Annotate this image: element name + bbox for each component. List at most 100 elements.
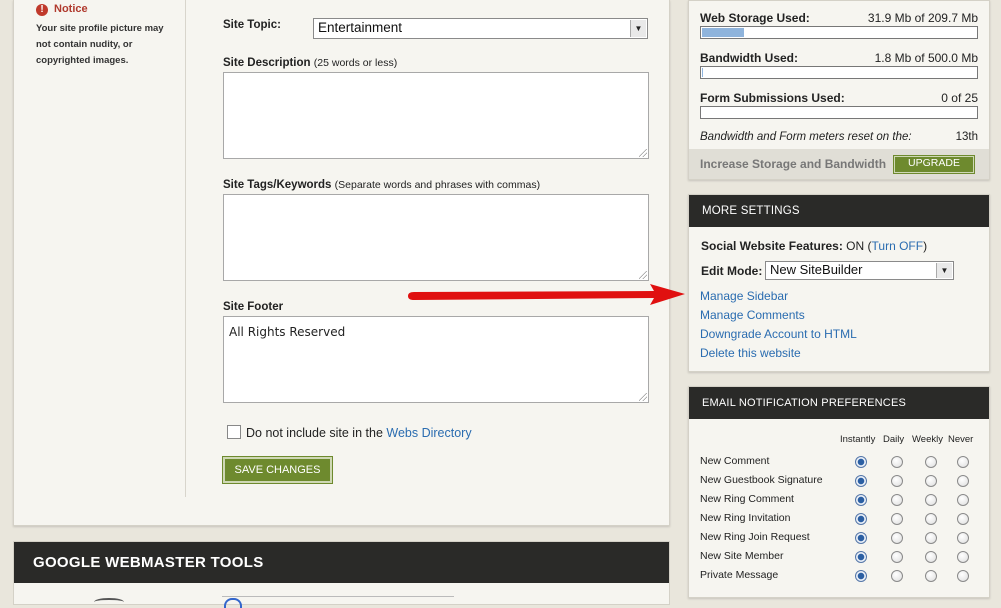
resize-grip-icon[interactable]	[639, 271, 647, 279]
site-footer-value: All Rights Reserved	[229, 325, 346, 339]
google-logo-icon	[224, 598, 242, 608]
edit-mode-select[interactable]: New SiteBuilder ▼	[765, 261, 954, 280]
delete-website-link[interactable]: Delete this website	[700, 346, 801, 360]
pref-row-label: New Ring Join Request	[700, 531, 810, 543]
reset-note: Bandwidth and Form meters reset on the:	[700, 131, 912, 143]
site-topic-value: Entertainment	[318, 20, 403, 35]
site-footer-input[interactable]: All Rights Reserved	[223, 316, 649, 403]
pref-radio-weekly[interactable]	[925, 570, 937, 582]
reset-day: 13th	[955, 131, 978, 143]
email-prefs-header: EMAIL NOTIFICATION PREFERENCES	[689, 387, 989, 419]
pref-radio-weekly[interactable]	[925, 551, 937, 563]
directory-checkbox[interactable]	[227, 425, 241, 439]
site-footer-label: Site Footer	[223, 301, 284, 313]
pref-radio-instantly[interactable]	[855, 456, 867, 468]
pref-row-label: New Ring Invitation	[700, 512, 791, 524]
site-description-input[interactable]	[223, 72, 649, 159]
site-description-title: Site Description	[223, 57, 311, 69]
directory-checkbox-label: Do not include site in the Webs Director…	[246, 426, 472, 440]
pref-radio-daily[interactable]	[891, 475, 903, 487]
social-features-status: ON	[846, 239, 865, 253]
pref-radio-never[interactable]	[957, 532, 969, 544]
bandwidth-value: 1.8 Mb of 500.0 Mb	[874, 51, 978, 65]
pref-row-label: New Guestbook Signature	[700, 474, 823, 486]
storage-label: Web Storage Used:	[700, 11, 810, 25]
bandwidth-label: Bandwidth Used:	[700, 51, 798, 65]
storage-meter	[700, 26, 978, 39]
site-tags-label: Site Tags/Keywords (Separate words and p…	[223, 179, 540, 191]
manage-sidebar-link[interactable]: Manage Sidebar	[700, 289, 788, 303]
more-settings-header: MORE SETTINGS	[689, 195, 989, 227]
storage-value: 31.9 Mb of 209.7 Mb	[867, 11, 978, 25]
col-weekly: Weekly	[912, 434, 943, 445]
pref-row-label: Private Message	[700, 569, 779, 581]
exclamation-icon: !	[36, 4, 48, 16]
pref-radio-daily[interactable]	[891, 456, 903, 468]
resize-grip-icon[interactable]	[639, 149, 647, 157]
bandwidth-meter	[700, 66, 978, 79]
notice-column: ! Notice Your site profile picture may n…	[14, 0, 186, 497]
pref-radio-instantly[interactable]	[855, 475, 867, 487]
pref-radio-daily[interactable]	[891, 513, 903, 525]
site-tags-input[interactable]	[223, 194, 649, 281]
pref-radio-weekly[interactable]	[925, 475, 937, 487]
directory-checkbox-text: Do not include site in the	[246, 426, 383, 440]
site-description-label: Site Description (25 words or less)	[223, 57, 397, 69]
usage-panel: Web Storage Used: 31.9 Mb of 209.7 Mb Ba…	[688, 0, 990, 180]
email-prefs-panel: EMAIL NOTIFICATION PREFERENCES Instantly…	[688, 386, 990, 598]
pref-row-label: New Comment	[700, 455, 770, 467]
google-widget-partial	[222, 596, 454, 608]
more-settings-panel: MORE SETTINGS Social Website Features: O…	[688, 194, 990, 372]
col-daily: Daily	[883, 434, 905, 445]
pref-radio-weekly[interactable]	[925, 456, 937, 468]
pref-radio-weekly[interactable]	[925, 494, 937, 506]
save-changes-button[interactable]: SAVE CHANGES	[222, 456, 333, 484]
google-webmaster-title: GOOGLE WEBMASTER TOOLS	[33, 554, 264, 571]
manage-comments-link[interactable]: Manage Comments	[700, 308, 805, 322]
chevron-down-icon[interactable]: ▼	[630, 20, 646, 37]
notice-title: Notice	[54, 3, 88, 15]
pref-radio-instantly[interactable]	[855, 570, 867, 582]
social-turn-off-link[interactable]: Turn OFF	[872, 239, 924, 253]
upgrade-strip: Increase Storage and Bandwidth UPGRADE	[689, 149, 989, 179]
pref-row-label: New Ring Comment	[700, 493, 794, 505]
pref-radio-daily[interactable]	[891, 532, 903, 544]
site-topic-select[interactable]: Entertainment ▼	[313, 18, 648, 39]
site-description-hint: (25 words or less)	[313, 57, 398, 69]
upgrade-button[interactable]: UPGRADE	[893, 155, 975, 174]
site-settings-panel: ! Notice Your site profile picture may n…	[13, 0, 670, 526]
red-arrow-annotation	[408, 284, 685, 305]
pref-radio-instantly[interactable]	[855, 513, 867, 525]
pref-radio-never[interactable]	[957, 551, 969, 563]
pref-radio-never[interactable]	[957, 570, 969, 582]
forms-meter	[700, 106, 978, 119]
social-features-label: Social Website Features:	[701, 239, 843, 253]
notice-text: Your site profile picture may not contai…	[36, 23, 164, 66]
site-tags-title: Site Tags/Keywords	[223, 179, 332, 191]
edit-mode-value: New SiteBuilder	[770, 262, 863, 277]
downgrade-html-link[interactable]: Downgrade Account to HTML	[700, 327, 857, 341]
pref-radio-instantly[interactable]	[855, 494, 867, 506]
pref-radio-instantly[interactable]	[855, 532, 867, 544]
pref-radio-instantly[interactable]	[855, 551, 867, 563]
pref-radio-weekly[interactable]	[925, 532, 937, 544]
pref-radio-never[interactable]	[957, 456, 969, 468]
col-never: Never	[948, 434, 974, 445]
resize-grip-icon[interactable]	[639, 393, 647, 401]
pref-radio-daily[interactable]	[891, 551, 903, 563]
increase-storage-text: Increase Storage and Bandwidth	[700, 157, 887, 171]
chevron-down-icon[interactable]: ▼	[936, 263, 952, 278]
webs-directory-link[interactable]: Webs Directory	[386, 426, 471, 440]
site-tags-hint: (Separate words and phrases with commas)	[334, 179, 541, 191]
forms-value: 0 of 25	[941, 91, 978, 105]
pref-radio-never[interactable]	[957, 513, 969, 525]
google-webmaster-header: GOOGLE WEBMASTER TOOLS	[14, 542, 669, 583]
forms-label: Form Submissions Used:	[700, 91, 845, 105]
pref-radio-never[interactable]	[957, 494, 969, 506]
pref-radio-weekly[interactable]	[925, 513, 937, 525]
pref-radio-daily[interactable]	[891, 570, 903, 582]
edit-mode-label: Edit Mode:	[701, 264, 763, 278]
pref-radio-never[interactable]	[957, 475, 969, 487]
logo-fragment-icon	[94, 598, 124, 606]
pref-radio-daily[interactable]	[891, 494, 903, 506]
